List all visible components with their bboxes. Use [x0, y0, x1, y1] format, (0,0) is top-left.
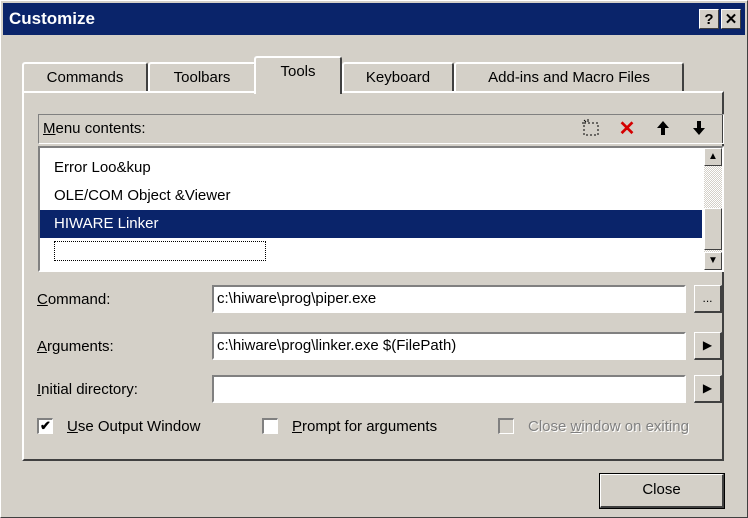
- initial-directory-input[interactable]: [212, 375, 686, 403]
- menu-contents-list[interactable]: Error Loo&kup OLE/COM Object &Viewer HIW…: [38, 146, 724, 272]
- scroll-up-arrow-icon[interactable]: ▲: [704, 148, 722, 166]
- move-up-icon[interactable]: [651, 118, 675, 140]
- new-item-icon[interactable]: [579, 118, 603, 140]
- help-button[interactable]: ?: [699, 9, 719, 29]
- close-window-button[interactable]: ✕: [721, 9, 741, 29]
- list-item[interactable]: Error Loo&kup: [40, 154, 702, 182]
- scroll-thumb[interactable]: [704, 208, 722, 250]
- initial-directory-label: Initial directory:: [37, 381, 138, 398]
- tab-toolbars[interactable]: Toolbars: [148, 62, 256, 92]
- arguments-label: Arguments:: [37, 338, 114, 355]
- close-button[interactable]: Close: [599, 473, 725, 509]
- focus-rectangle: [54, 241, 266, 261]
- list-item[interactable]: OLE/COM Object &Viewer: [40, 182, 702, 210]
- delete-icon[interactable]: ✕: [615, 118, 639, 140]
- use-output-window-label: Use Output Window: [67, 418, 201, 435]
- checkbox-disabled-icon: [498, 418, 514, 434]
- move-down-icon[interactable]: [687, 118, 711, 140]
- tab-commands[interactable]: Commands: [22, 62, 148, 92]
- list-item-selected[interactable]: HIWARE Linker: [40, 210, 702, 238]
- list-item-new-entry[interactable]: [40, 238, 702, 266]
- menu-contents-header: Menu contents: ✕: [38, 114, 724, 144]
- prompt-for-arguments-label: Prompt for arguments: [292, 418, 438, 435]
- checkbox-checked-icon[interactable]: ✔: [37, 418, 53, 434]
- checkbox-unchecked-icon[interactable]: [262, 418, 278, 434]
- browse-button[interactable]: ...: [694, 285, 722, 313]
- arguments-input[interactable]: c:\hiware\prog\linker.exe $(FilePath): [212, 332, 686, 360]
- arguments-menu-button[interactable]: ▶: [694, 332, 722, 360]
- tab-add-ins-and-macro-files[interactable]: Add-ins and Macro Files: [454, 62, 684, 92]
- menu-contents-label: Menu contents:: [43, 120, 146, 137]
- initial-directory-menu-button[interactable]: ▶: [694, 375, 722, 403]
- scroll-down-arrow-icon[interactable]: ▼: [704, 252, 722, 270]
- title-bar[interactable]: Customize ? ✕: [3, 3, 745, 35]
- tab-keyboard[interactable]: Keyboard: [342, 62, 454, 92]
- tab-tools[interactable]: Tools: [254, 56, 342, 94]
- list-scrollbar[interactable]: ▲ ▼: [704, 148, 722, 270]
- command-label: Command:: [37, 291, 111, 308]
- command-input[interactable]: c:\hiware\prog\piper.exe: [212, 285, 686, 313]
- close-window-on-exiting-label: Close window on exiting: [528, 418, 689, 435]
- window-title: Customize: [9, 9, 95, 28]
